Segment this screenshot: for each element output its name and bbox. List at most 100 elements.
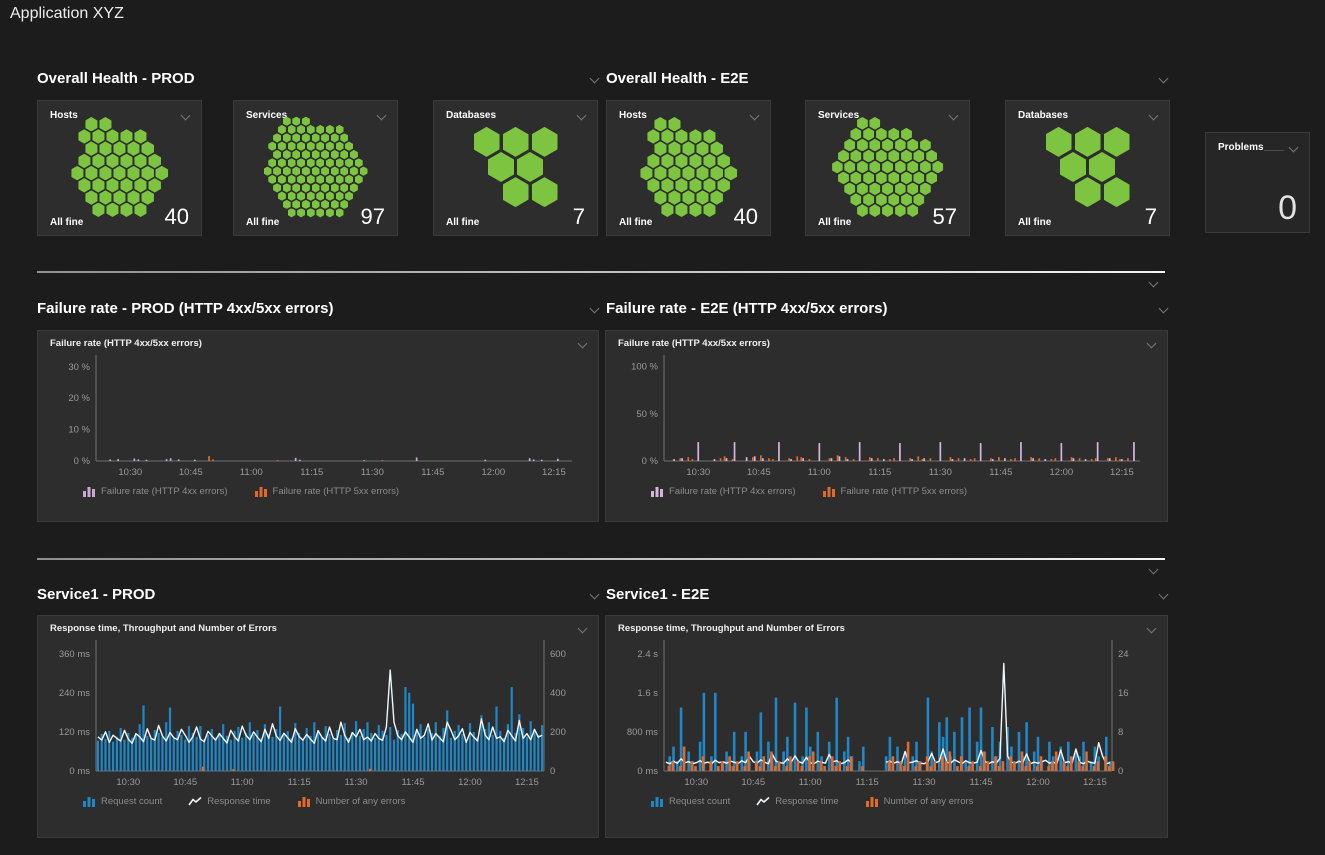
chevron-down-icon[interactable] (1147, 624, 1157, 634)
hexagon-healthy-icon (703, 154, 716, 168)
hexagon-healthy-icon (661, 178, 674, 192)
hexagon-healthy-icon (288, 192, 296, 201)
hexagon-healthy-icon (326, 175, 334, 184)
hexagon-healthy-icon (710, 190, 723, 204)
svg-text:12:00: 12:00 (1026, 777, 1050, 788)
hexagon-healthy-icon (888, 193, 899, 206)
chevron-down-icon[interactable] (949, 111, 959, 121)
chevron-down-icon[interactable] (590, 304, 600, 314)
health-tile-hosts-prod[interactable]: Hosts All fine 40 (37, 100, 202, 236)
failure-chart-tile-e2e[interactable]: Failure rate (HTTP 4xx/5xx errors) 0 %50… (605, 330, 1168, 522)
service-chart-tile-e2e[interactable]: Response time, Throughput and Number of … (605, 615, 1168, 838)
chevron-down-icon[interactable] (1149, 111, 1159, 121)
failure-chart-tile-prod[interactable]: Failure rate (HTTP 4xx/5xx errors) 0 %10… (37, 330, 599, 522)
hexagon-healthy-icon (336, 175, 344, 184)
chevron-down-icon[interactable] (1159, 304, 1169, 314)
health-tile-services-prod[interactable]: Services All fine 97 (233, 100, 398, 236)
tile-header: Failure rate (HTTP 4xx/5xx errors) (50, 338, 586, 349)
svg-text:11:15: 11:15 (868, 467, 891, 478)
hexagon-healthy-icon (312, 167, 320, 176)
service-chart-tile-prod[interactable]: Response time, Throughput and Number of … (37, 615, 599, 838)
service-chart-e2e[interactable]: 0 ms800 ms1.6 s2.4 s08162410:3010:4511:0… (618, 636, 1155, 791)
legend-item[interactable]: Request count (82, 796, 162, 807)
chevron-down-icon[interactable] (1159, 74, 1169, 84)
legend-item[interactable]: Response time (188, 796, 270, 807)
legend-item[interactable]: Failure rate (HTTP 5xx errors) (822, 486, 968, 497)
chevron-down-icon[interactable] (1289, 143, 1299, 153)
svg-text:12:00: 12:00 (458, 777, 482, 788)
legend-item[interactable]: Response time (756, 796, 838, 807)
failure-chart-prod[interactable]: 0 %10 %20 %30 %10:3010:4511:0011:1511:30… (50, 351, 586, 481)
hexagon-healthy-icon (297, 175, 305, 184)
chevron-down-icon[interactable] (578, 624, 588, 634)
hexagon-healthy-icon (647, 154, 660, 168)
svg-text:12:15: 12:15 (515, 777, 539, 788)
hexagon-healthy-icon (920, 182, 931, 195)
hexagon-healthy-icon (92, 178, 105, 192)
hexagon-healthy-icon (331, 133, 339, 142)
hexagon-healthy-icon (312, 150, 320, 159)
hexagon-healthy-icon (876, 150, 887, 163)
hexagon-healthy-icon (654, 117, 667, 131)
hexagon-healthy-icon (99, 117, 112, 131)
chevron-down-icon[interactable] (590, 74, 600, 84)
hexagon-healthy-icon (1104, 177, 1130, 207)
hexagon-healthy-icon (326, 125, 334, 134)
tile-header: Failure rate (HTTP 4xx/5xx errors) (618, 338, 1155, 349)
svg-text:10:45: 10:45 (741, 777, 765, 788)
health-tile-databases-e2e[interactable]: Databases All fine 7 (1005, 100, 1170, 236)
hexagon-healthy-icon (120, 178, 133, 192)
svg-text:20 %: 20 % (68, 393, 90, 404)
hexagon-healthy-icon (661, 154, 674, 168)
tile-footer: All fine 97 (246, 206, 385, 228)
chevron-down-icon[interactable] (181, 111, 191, 121)
failure-chart-e2e[interactable]: 0 %50 %100 %10:3010:4511:0011:1511:3011:… (618, 351, 1155, 481)
chevron-down-icon[interactable] (1159, 590, 1169, 600)
hexagon-healthy-icon (888, 128, 899, 141)
legend-item[interactable]: Number of any errors (297, 796, 406, 807)
hexagon-healthy-icon (882, 161, 893, 174)
hexagon-healthy-icon (901, 150, 912, 163)
hexagon-healthy-icon (278, 175, 286, 184)
chevron-down-icon[interactable] (1149, 565, 1159, 575)
bar-series-icon (82, 486, 96, 497)
health-tile-services-e2e[interactable]: Services All fine 57 (805, 100, 970, 236)
legend-item[interactable]: Number of any errors (865, 796, 974, 807)
chevron-down-icon[interactable] (1149, 278, 1159, 288)
hexagon-healthy-icon (926, 150, 937, 163)
chevron-down-icon[interactable] (590, 590, 600, 600)
chevron-down-icon[interactable] (578, 339, 588, 349)
legend-item[interactable]: Failure rate (HTTP 5xx errors) (254, 486, 400, 497)
svg-text:2.4 s: 2.4 s (637, 649, 658, 660)
legend-item[interactable]: Failure rate (HTTP 4xx errors) (82, 486, 228, 497)
legend-item[interactable]: Request count (650, 796, 730, 807)
hex-grid (234, 127, 397, 207)
hexagon-healthy-icon (278, 158, 286, 167)
health-tile-hosts-e2e[interactable]: Hosts All fine 40 (606, 100, 771, 236)
legend-item[interactable]: Failure rate (HTTP 4xx errors) (650, 486, 796, 497)
svg-text:12:15: 12:15 (542, 467, 566, 478)
chevron-down-icon[interactable] (377, 111, 387, 121)
chevron-down-icon[interactable] (1147, 339, 1157, 349)
hexagon-healthy-icon (532, 127, 558, 157)
hexagon-healthy-icon (278, 142, 286, 151)
hexagon-healthy-icon (888, 172, 899, 185)
hexagon-healthy-icon (331, 183, 339, 192)
page-title: Application XYZ (10, 5, 124, 23)
problems-tile[interactable]: Problems 0 (1205, 132, 1310, 233)
hexagon-healthy-icon (331, 150, 339, 159)
svg-text:8: 8 (1118, 727, 1123, 738)
hexagon-healthy-icon (331, 167, 339, 176)
hexagon-healthy-icon (350, 167, 358, 176)
hexagon-healthy-icon (654, 166, 667, 180)
svg-text:11:45: 11:45 (969, 777, 992, 788)
hexagon-healthy-icon (488, 152, 514, 182)
chevron-down-icon[interactable] (750, 111, 760, 121)
service-chart-prod[interactable]: 0 ms120 ms240 ms360 ms020040060010:3010:… (50, 636, 586, 791)
hexagon-healthy-icon (106, 129, 119, 143)
chevron-down-icon[interactable] (577, 111, 587, 121)
svg-text:1.6 s: 1.6 s (637, 688, 658, 699)
hexagon-healthy-icon (675, 154, 688, 168)
svg-text:11:15: 11:15 (288, 777, 311, 788)
health-tile-databases-prod[interactable]: Databases All fine 7 (433, 100, 598, 236)
